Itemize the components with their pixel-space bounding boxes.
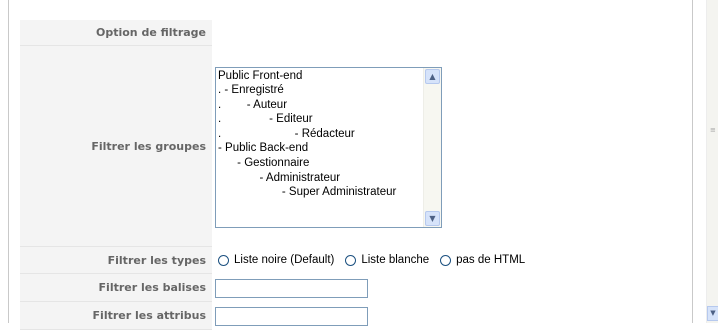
filter-option-label: Option de filtrage <box>20 20 212 46</box>
radio-blacklist-label[interactable]: Liste noire (Default) <box>234 254 334 266</box>
filter-option-row: Option de filtrage <box>20 20 680 46</box>
group-option[interactable]: - Public Back-end <box>216 141 424 156</box>
filter-tags-label: Filtrer les balises <box>20 273 212 302</box>
group-option[interactable]: - Gestionnaire <box>216 156 424 171</box>
groups-listbox[interactable]: Public Front-end . - Enregistré . - Aute… <box>215 66 442 228</box>
filter-attributes-label: Filtrer les attribus <box>20 301 212 330</box>
filter-tags-row: Filtrer les balises <box>20 273 680 302</box>
group-option[interactable]: . - Editeur <box>216 112 424 127</box>
listbox-scrollbar[interactable]: ▲ ▼ <box>423 67 441 227</box>
scroll-grip-icon[interactable]: ≡ <box>710 127 716 134</box>
radio-no-html-label[interactable]: pas de HTML <box>456 254 525 266</box>
filter-types-label: Filtrer les types <box>20 246 212 274</box>
radio-whitelist-label[interactable]: Liste blanche <box>361 254 429 266</box>
group-option[interactable]: . - Auteur <box>216 98 424 113</box>
filter-attributes-input[interactable] <box>215 307 368 326</box>
group-option[interactable]: - Administrateur <box>216 171 424 186</box>
group-option[interactable]: . - Rédacteur <box>216 127 424 142</box>
left-border <box>8 0 9 323</box>
filter-types-row: Filtrer les types Liste noire (Default) … <box>20 246 680 274</box>
types-radio-group: Liste noire (Default) Liste blanche pas … <box>215 254 680 266</box>
radio-no-html[interactable] <box>440 254 452 266</box>
filter-options-form: Option de filtrage Filtrer les groupes P… <box>20 20 680 330</box>
filter-groups-label: Filtrer les groupes <box>20 45 212 247</box>
group-option[interactable]: . - Enregistré <box>216 83 424 98</box>
group-option[interactable]: - Super Administrateur <box>216 185 424 200</box>
groups-list: Public Front-end . - Enregistré . - Aute… <box>216 69 424 227</box>
page-scroll-down-arrow-icon[interactable]: ▼ <box>707 306 718 321</box>
radio-whitelist[interactable] <box>345 254 357 266</box>
scroll-up-arrow-icon[interactable]: ▲ <box>425 68 440 84</box>
filter-groups-row: Filtrer les groupes Public Front-end . -… <box>20 45 680 247</box>
filter-attributes-row: Filtrer les attribus <box>20 301 680 330</box>
filter-tags-input[interactable] <box>215 279 368 298</box>
right-border <box>692 0 693 323</box>
group-option[interactable]: Public Front-end <box>216 69 424 84</box>
radio-blacklist[interactable] <box>218 254 229 266</box>
scroll-down-arrow-icon[interactable]: ▼ <box>425 210 440 226</box>
page-scrollbar[interactable]: ≡ ▼ <box>706 0 718 323</box>
